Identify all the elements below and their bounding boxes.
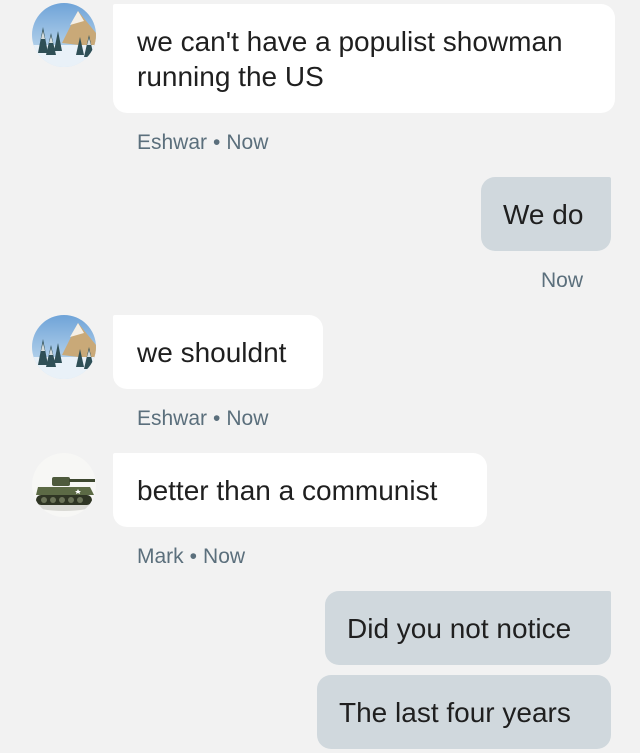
message-text: we shouldnt xyxy=(137,337,287,368)
message-bubble-6[interactable]: The last four years xyxy=(317,675,611,749)
tank-icon xyxy=(32,453,96,517)
message-meta-4: Mark • Now xyxy=(137,545,245,569)
message-text-line: we can't have a populist showman xyxy=(137,26,563,57)
message-bubble-5[interactable]: Did you not notice xyxy=(325,591,611,665)
message-meta-3: Eshwar • Now xyxy=(137,407,268,431)
message-bubble-4[interactable]: better than a communist xyxy=(113,453,487,527)
separator-dot: • xyxy=(189,545,198,568)
avatar-eshwar[interactable] xyxy=(32,315,96,379)
message-bubble-1[interactable]: we can't have a populist showman running… xyxy=(113,4,615,113)
message-text-line: running the US xyxy=(137,61,324,92)
message-bubble-3[interactable]: we shouldnt xyxy=(113,315,323,389)
timestamp: Now xyxy=(203,545,246,568)
message-meta-1: Eshwar • Now xyxy=(137,131,268,155)
timestamp: Now xyxy=(226,131,269,154)
timestamp: Now xyxy=(226,407,269,430)
sender-name: Eshwar xyxy=(137,131,208,154)
snowy-forest-icon xyxy=(32,3,96,67)
snowy-forest-icon xyxy=(32,315,96,379)
message-text: The last four years xyxy=(339,697,571,728)
avatar-mark[interactable] xyxy=(32,453,96,517)
separator-dot: • xyxy=(213,407,221,430)
message-text: We do xyxy=(503,199,584,230)
timestamp: Now xyxy=(540,269,583,292)
sender-name: Eshwar xyxy=(137,407,208,430)
sender-name: Mark xyxy=(137,545,184,568)
message-text: better than a communist xyxy=(137,475,438,506)
message-meta-2: Now xyxy=(541,269,583,293)
separator-dot: • xyxy=(213,131,221,154)
message-text: Did you not notice xyxy=(347,613,572,644)
message-bubble-2[interactable]: We do xyxy=(481,177,611,251)
avatar-eshwar[interactable] xyxy=(32,3,96,67)
